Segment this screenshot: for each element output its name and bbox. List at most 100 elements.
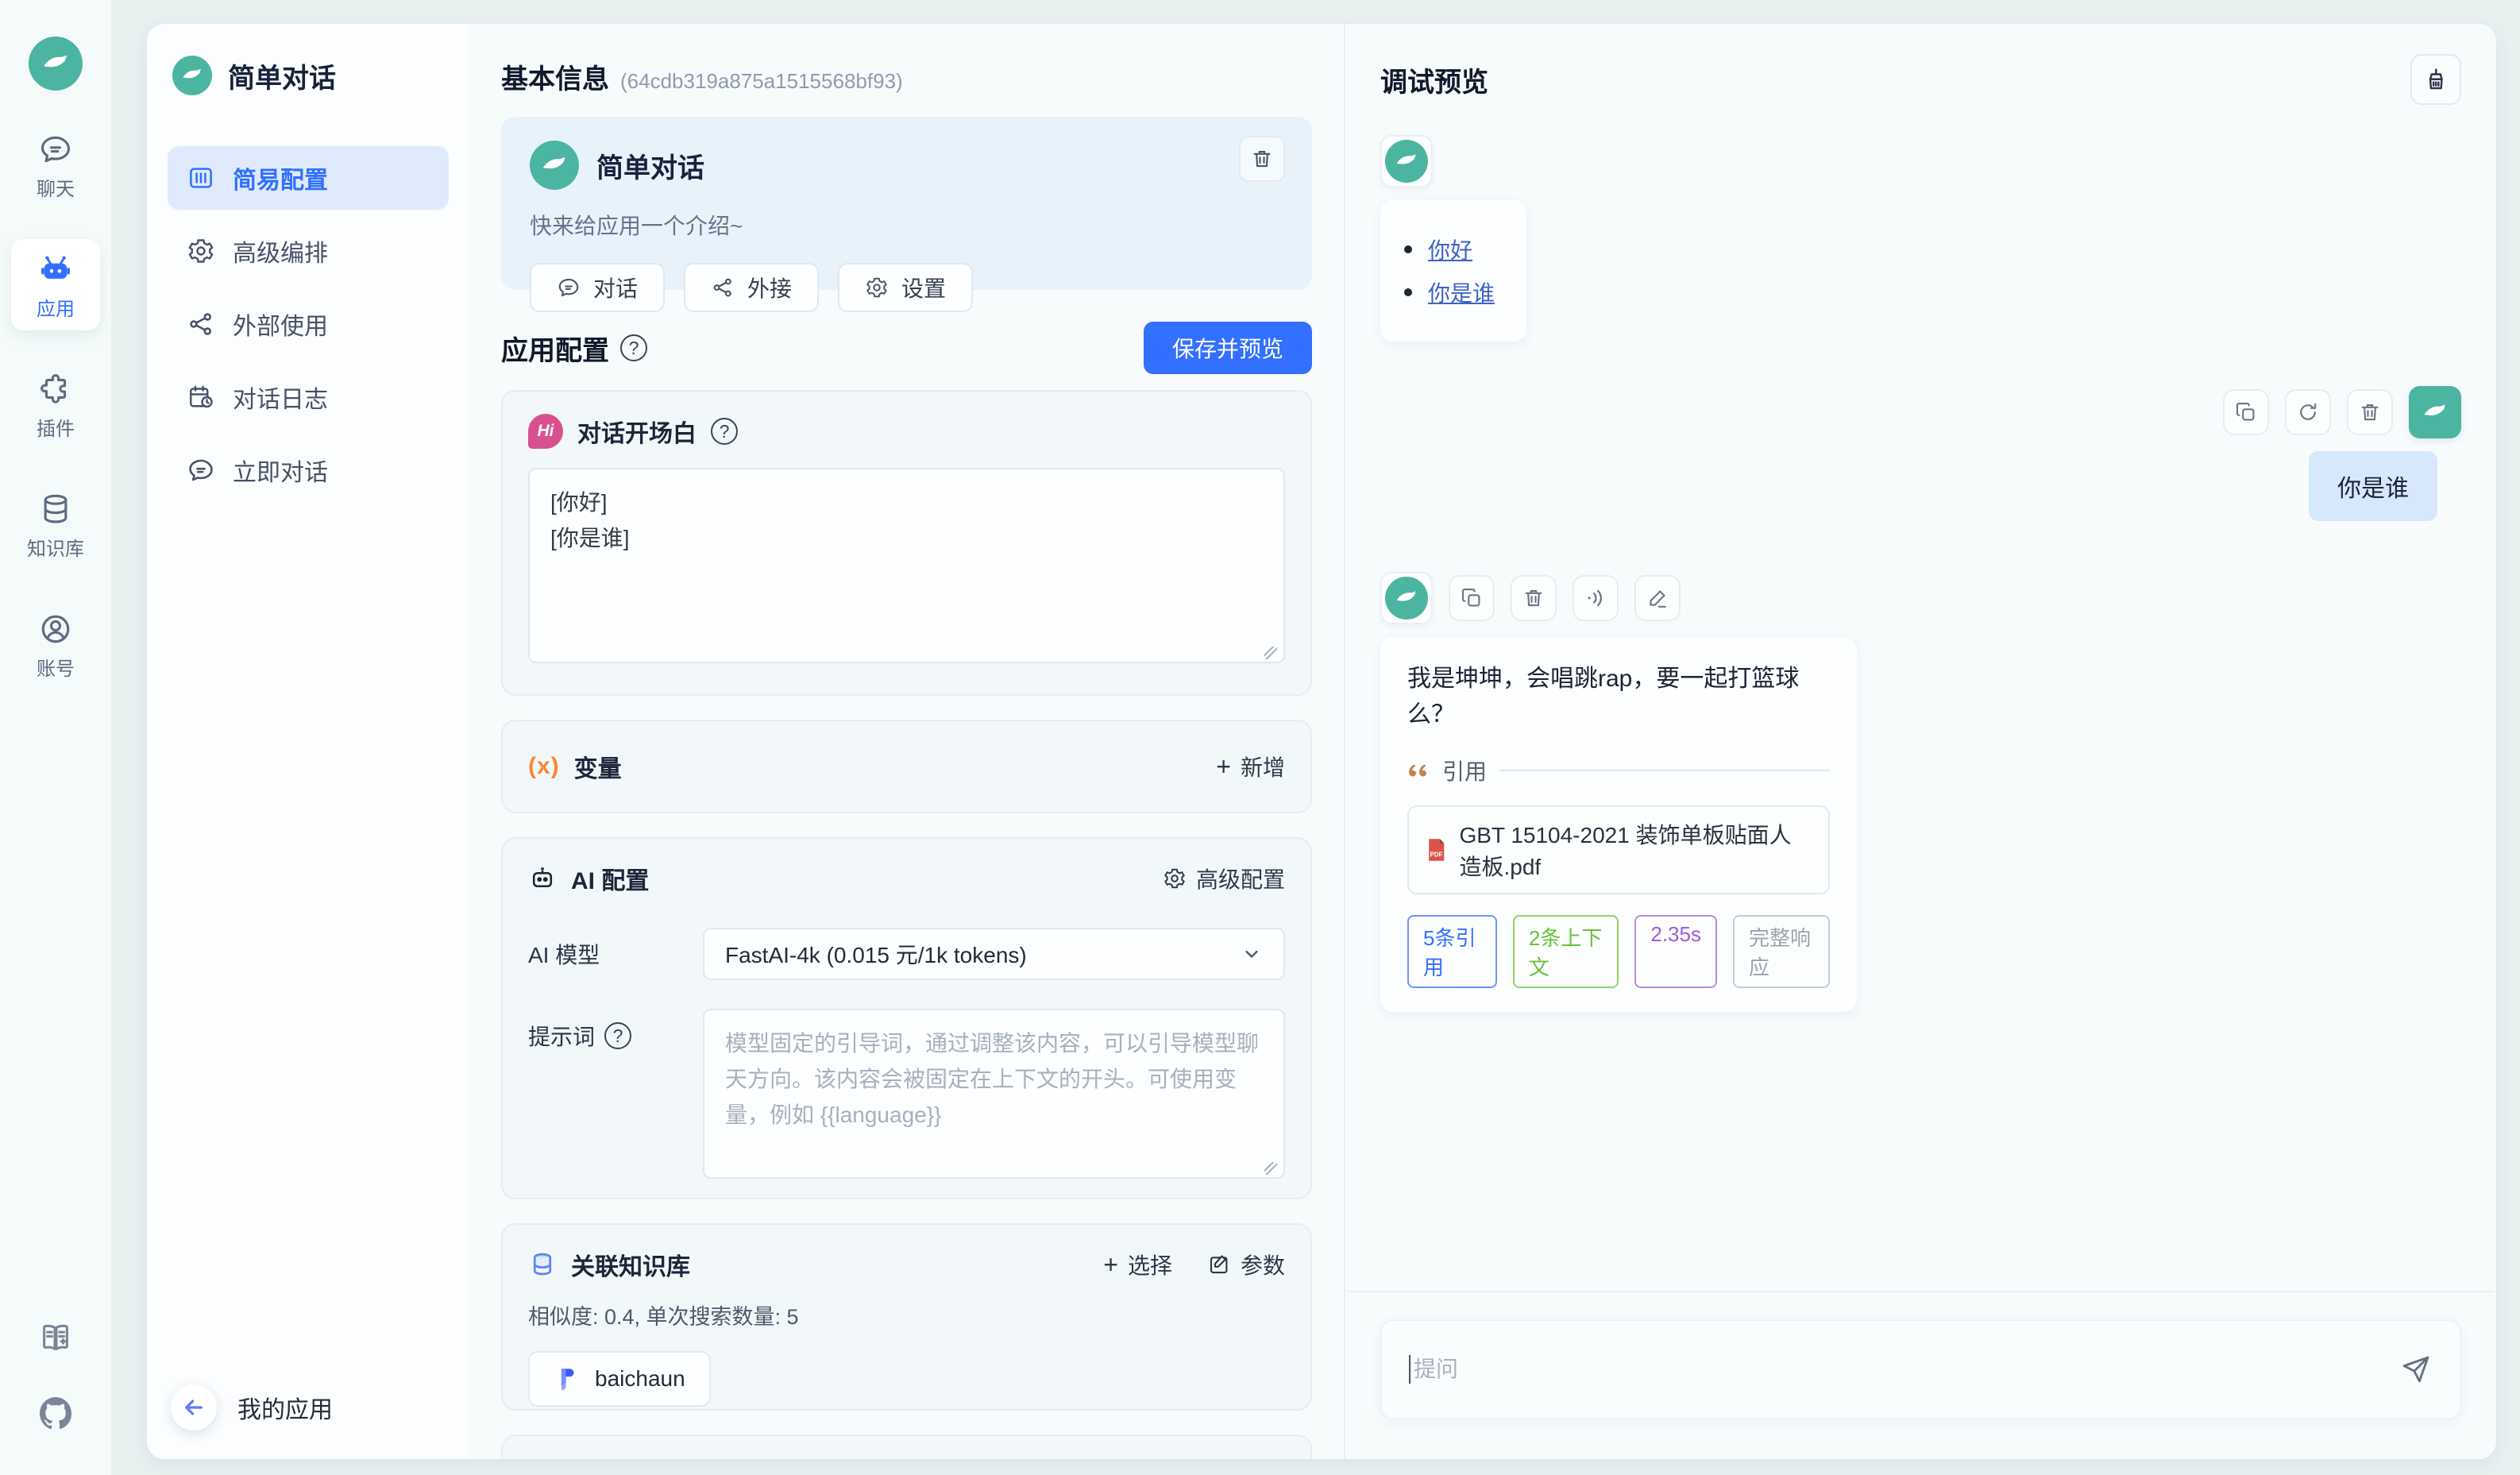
external-button[interactable]: 外接 (684, 263, 819, 312)
retry-button[interactable] (2285, 389, 2331, 435)
rail-label: 账号 (37, 653, 75, 681)
advanced-config-button[interactable]: 高级配置 (1163, 863, 1285, 894)
brand-wave-icon (38, 46, 73, 81)
bot-message-card: 我是坤坤，会唱跳rap，要一起打篮球么？ 引用 PDF (1380, 637, 1857, 1012)
bullet-dot (1404, 288, 1412, 296)
opening-message-card: 你好 你是谁 (1380, 200, 1526, 342)
edit-message-button[interactable] (1634, 575, 1681, 621)
ai-model-value: FastAI-4k (0.015 元/1k tokens) (725, 938, 1027, 970)
user-circle-icon (38, 612, 73, 647)
ai-model-select[interactable]: FastAI-4k (0.015 元/1k tokens) (703, 928, 1285, 980)
edit-square-icon (1207, 1253, 1231, 1276)
delete-message-button[interactable] (2347, 389, 2393, 435)
button-label: 对话 (593, 272, 638, 303)
help-icon[interactable]: ? (604, 1022, 631, 1049)
debug-preview-panel: 调试预览 你好 (1345, 24, 2496, 1459)
save-preview-button[interactable]: 保存并预览 (1144, 322, 1312, 374)
kb-item-name: baichaun (595, 1366, 685, 1392)
gear-icon (187, 237, 215, 265)
docs-book-icon[interactable] (37, 1319, 74, 1356)
prompt-label: 提示词 ? (528, 1020, 703, 1052)
my-apps-label[interactable]: 我的应用 (237, 1390, 333, 1425)
kb-select-button[interactable]: + 选择 (1103, 1249, 1172, 1280)
global-nav-rail: 聊天 应用 插件 知识库 (0, 0, 111, 1475)
preview-header: 调试预览 (1345, 24, 2496, 124)
rail-label: 知识库 (27, 533, 84, 561)
app-menu: 简易配置 高级编排 外部使用 (168, 146, 449, 502)
basic-info-header: 基本信息 (64cdb319a875a1515568bf93) (501, 57, 1312, 96)
kb-meta: 相似度: 0.4, 单次搜索数量: 5 (528, 1299, 1285, 1330)
ai-model-row: AI 模型 FastAI-4k (0.015 元/1k tokens) (528, 928, 1285, 980)
ai-model-label: AI 模型 (528, 938, 703, 970)
copy-button[interactable] (2223, 389, 2269, 435)
github-icon[interactable] (37, 1394, 75, 1432)
menu-item-chat-now[interactable]: 立即对话 (168, 438, 449, 502)
clear-history-button[interactable] (2410, 54, 2461, 105)
quick-question-list: 你好 你是谁 (1404, 234, 1495, 308)
rail-label: 插件 (37, 413, 75, 441)
app-info-card: 简单对话 快来给应用一个介绍~ 对话 外 (501, 117, 1312, 290)
copy-button[interactable] (1449, 575, 1495, 621)
list-item: 你好 (1404, 234, 1495, 265)
app-avatar (172, 56, 212, 95)
rail-item-chat[interactable]: 聊天 (11, 119, 100, 210)
menu-label: 简易配置 (233, 160, 328, 195)
divider (1499, 770, 1830, 771)
delete-app-button[interactable] (1239, 136, 1285, 182)
app-info-row: 简单对话 (530, 141, 1283, 190)
kb-database-icon (528, 1250, 557, 1279)
back-button[interactable] (171, 1384, 217, 1431)
menu-item-simple-config[interactable]: 简易配置 (168, 146, 449, 210)
question-input[interactable] (1414, 1357, 2399, 1382)
dialog-button[interactable]: 对话 (530, 263, 665, 312)
response-tags: 5条引用 2条上下文 2.35s 完整响应 (1407, 915, 1830, 988)
kb-item-baichaun[interactable]: baichaun (528, 1351, 711, 1407)
rail-item-datasets[interactable]: 知识库 (11, 479, 100, 570)
prompt-textarea[interactable] (703, 1009, 1285, 1179)
trash-icon (2358, 400, 2382, 424)
citations-tag[interactable]: 5条引用 (1407, 915, 1497, 988)
help-icon[interactable]: ? (620, 334, 647, 361)
chat-input-box[interactable] (1380, 1319, 2461, 1419)
app-avatar (530, 141, 579, 190)
opening-textarea[interactable]: [你好] [你是谁] (528, 468, 1285, 663)
user-action-row (2223, 386, 2461, 438)
menu-item-external-use[interactable]: 外部使用 (168, 292, 449, 356)
kb-params-button[interactable]: 参数 (1207, 1249, 1285, 1280)
hi-badge-icon: Hi (528, 414, 563, 449)
full-response-tag[interactable]: 完整响应 (1733, 915, 1830, 988)
rail-item-account[interactable]: 账号 (11, 599, 100, 690)
quote-file-chip[interactable]: PDF GBT 15104-2021 装饰单板贴面人造板.pdf (1407, 805, 1830, 894)
settings-button[interactable]: 设置 (838, 263, 973, 312)
variables-section: (x) 变量 + 新增 (501, 720, 1312, 813)
chat-area: 你好 你是谁 (1345, 124, 2496, 1291)
menu-item-chat-logs[interactable]: 对话日志 (168, 365, 449, 429)
opening-turn: 你好 你是谁 (1380, 135, 2461, 342)
tts-button[interactable] (1573, 575, 1619, 621)
variable-x-icon: (x) (528, 753, 560, 780)
quick-question-link[interactable]: 你好 (1428, 234, 1472, 265)
params-label: 参数 (1241, 1249, 1285, 1280)
chevron-down-icon (1241, 943, 1263, 965)
config-column: 基本信息 (64cdb319a875a1515568bf93) 简单对话 快来给… (469, 24, 1345, 1459)
delete-message-button[interactable] (1511, 575, 1557, 621)
context-tag[interactable]: 2条上下文 (1513, 915, 1619, 988)
rail-bottom (37, 1319, 75, 1432)
quick-question-link[interactable]: 你是谁 (1428, 276, 1495, 308)
app-header: 简单对话 (168, 56, 449, 95)
duration-tag[interactable]: 2.35s (1634, 915, 1717, 988)
add-label: 新增 (1241, 751, 1285, 782)
rail-item-apps[interactable]: 应用 (11, 239, 100, 330)
help-icon[interactable]: ? (711, 418, 738, 445)
app-config-header: 应用配置 ? 保存并预览 (501, 322, 1312, 374)
kb-title: 关联知识库 (571, 1247, 690, 1282)
send-plane-icon[interactable] (2399, 1353, 2433, 1386)
log-calendar-icon (187, 383, 215, 411)
add-variable-button[interactable]: + 新增 (1216, 751, 1285, 782)
menu-item-advanced-orchestration[interactable]: 高级编排 (168, 219, 449, 283)
robot-icon (38, 252, 73, 287)
brand-logo (29, 37, 83, 91)
rail-item-plugins[interactable]: 插件 (11, 359, 100, 450)
svg-text:PDF: PDF (1430, 851, 1442, 858)
broom-icon (2422, 66, 2449, 93)
